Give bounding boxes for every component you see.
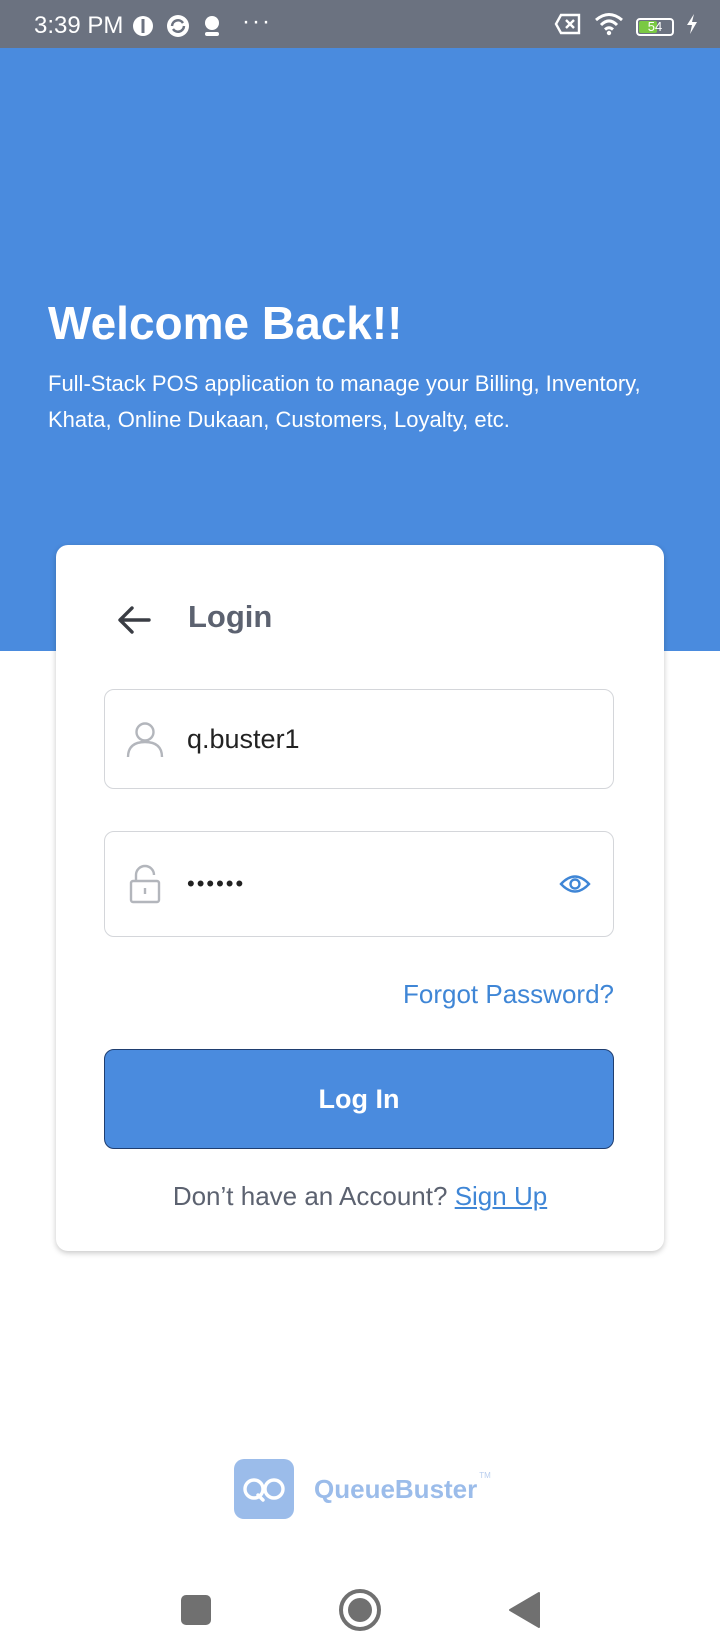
status-time: 3:39 PM [34, 12, 124, 39]
system-navigation-bar [0, 1570, 720, 1650]
no-sim-icon [554, 13, 582, 40]
signup-prompt: Don’t have an Account? Sign Up [56, 1181, 664, 1212]
home-button[interactable] [332, 1582, 388, 1638]
login-title: Login [188, 599, 273, 634]
battery-icon: 54 [636, 17, 674, 36]
wifi-icon [594, 12, 624, 41]
show-password-eye-icon[interactable] [555, 864, 595, 904]
brand-trademark: TM [479, 1471, 491, 1480]
forgot-password-link[interactable]: Forgot Password? [403, 979, 614, 1010]
queuebuster-logo-icon [234, 1459, 294, 1519]
back-nav-button[interactable] [496, 1582, 552, 1638]
username-input[interactable] [187, 690, 543, 788]
welcome-title: Welcome Back!! [48, 297, 403, 349]
square-icon [181, 1595, 211, 1625]
overflow-dots: ··· [242, 8, 272, 35]
back-button[interactable] [104, 595, 164, 645]
sync-icon [166, 14, 190, 43]
status-bar: 3:39 PM ··· 54 [0, 0, 720, 48]
login-button[interactable]: Log In [104, 1049, 614, 1149]
brand-name: QueueBuster [314, 1473, 478, 1504]
username-field [104, 689, 614, 789]
brand-footer: QueueBuster TM [234, 1459, 491, 1519]
profile-icon [202, 15, 222, 42]
lock-icon [125, 864, 165, 904]
no-account-text: Don’t have an Account? [172, 1181, 448, 1211]
home-circle-icon [339, 1589, 381, 1631]
triangle-back-icon [509, 1592, 540, 1628]
app-notification-icon [132, 15, 154, 42]
user-icon [125, 719, 165, 759]
password-field [104, 831, 614, 937]
arrow-left-icon [118, 606, 151, 634]
password-input[interactable] [187, 832, 543, 936]
welcome-subtitle: Full-Stack POS application to manage you… [48, 371, 641, 432]
recents-button[interactable] [168, 1582, 224, 1638]
login-card: Login Forgot Password? Log In [56, 545, 664, 1251]
sign-up-link[interactable]: Sign Up [455, 1181, 548, 1211]
charging-icon [686, 14, 698, 39]
battery-level: 54 [647, 19, 663, 34]
